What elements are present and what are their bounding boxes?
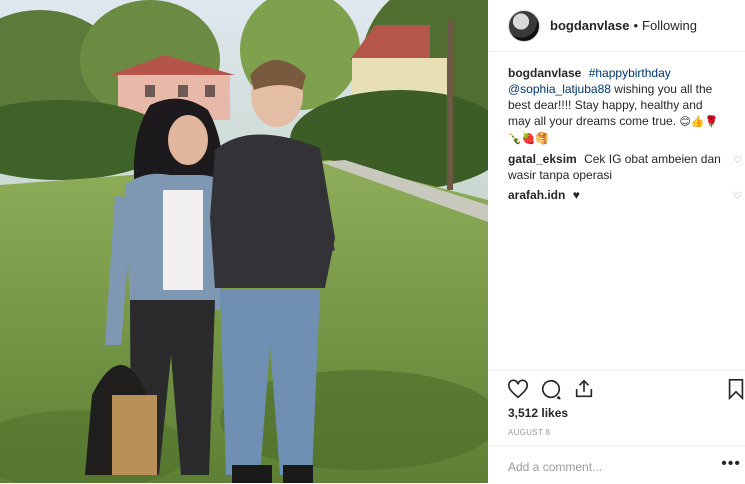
more-options-button[interactable]: ••• <box>721 455 741 473</box>
comment-text: ♥ <box>572 188 580 202</box>
post-header: bogdanvlase • Following <box>488 0 745 52</box>
bookmark-icon[interactable] <box>725 378 745 400</box>
caption: bogdanvlase #happybirthday @sophia_latju… <box>508 65 736 147</box>
avatar[interactable] <box>508 9 540 42</box>
post-date: AUGUST 8 <box>508 428 551 437</box>
action-icons <box>488 371 745 409</box>
comment-username[interactable]: arafah.idn <box>508 188 565 202</box>
comment-item: gatal_eksim Cek IG obat ambeien dan wasi… <box>508 151 742 183</box>
comment-username[interactable]: gatal_eksim <box>508 152 577 166</box>
share-icon[interactable] <box>573 378 595 400</box>
comment-item: arafah.idn ♥ ♡ <box>508 187 742 203</box>
hashtag-link[interactable]: #happybirthday <box>589 66 671 80</box>
action-bar <box>488 370 745 409</box>
instagram-post-view: bogdanvlase • Following bogdanvlase #hap… <box>0 0 745 483</box>
heart-outline-icon[interactable] <box>507 378 529 400</box>
comment-icon[interactable] <box>540 378 562 400</box>
mention-link[interactable]: @sophia_latjuba88 <box>508 82 611 96</box>
add-comment-bar: Add a comment... ••• <box>488 445 745 484</box>
following-button[interactable]: Following <box>642 18 697 33</box>
header-separator: • <box>633 18 639 33</box>
add-comment-input[interactable]: Add a comment... <box>508 460 602 474</box>
comment-like-icon[interactable]: ♡ <box>733 189 742 205</box>
photo-illustration <box>0 0 488 483</box>
comments-list: bogdanvlase #happybirthday @sophia_latju… <box>508 65 742 207</box>
likes-count[interactable]: 3,512 likes <box>508 406 568 420</box>
caption-username[interactable]: bogdanvlase <box>508 66 581 80</box>
comment-like-icon[interactable]: ♡ <box>733 153 742 169</box>
post-side-panel: bogdanvlase • Following bogdanvlase #hap… <box>488 0 745 483</box>
post-photo[interactable] <box>0 0 488 483</box>
header-username[interactable]: bogdanvlase <box>550 18 629 33</box>
